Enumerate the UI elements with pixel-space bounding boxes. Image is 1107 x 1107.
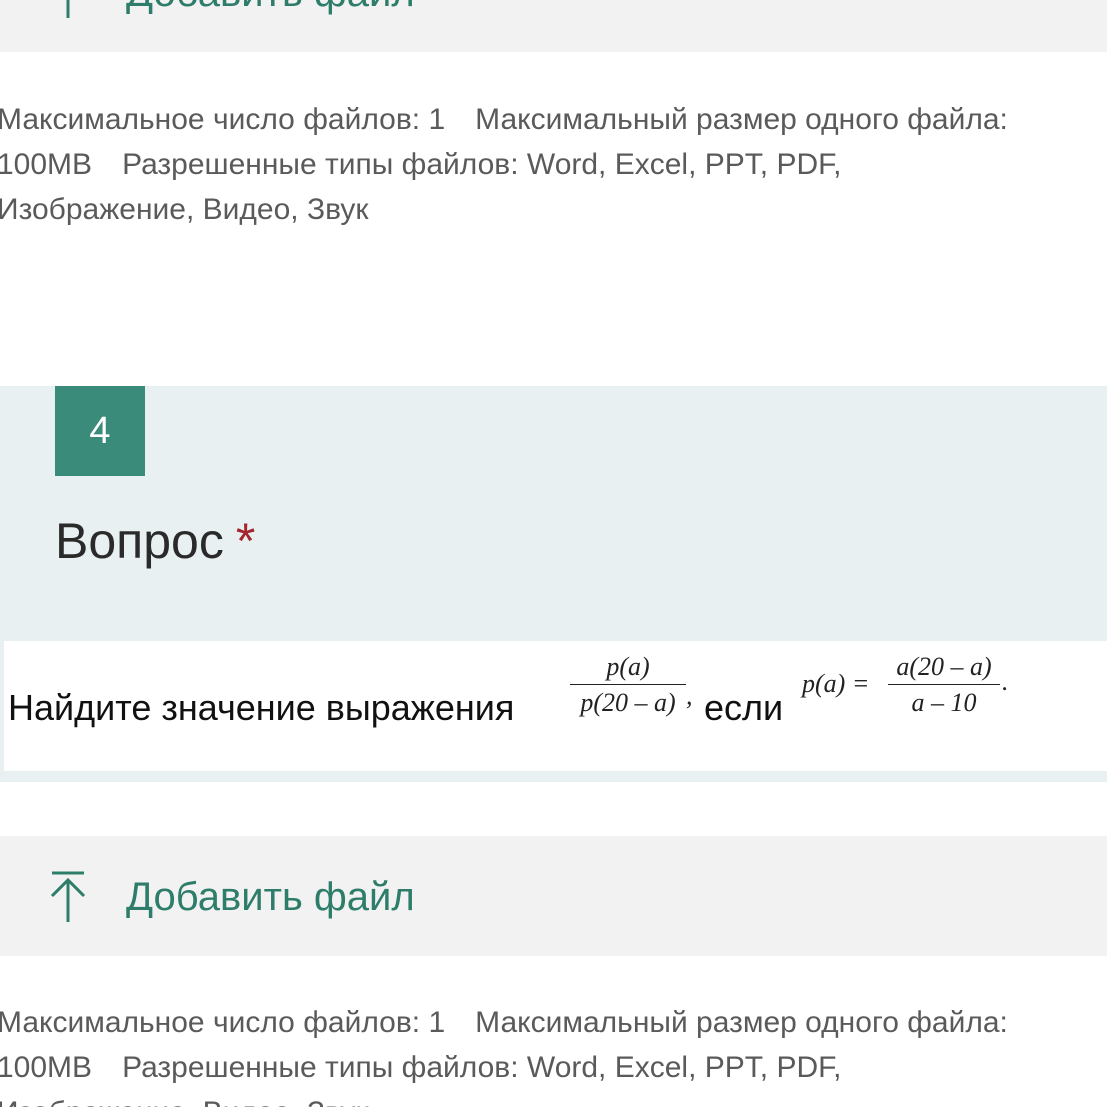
add-file-label: Добавить файл [126, 875, 415, 919]
expression-fraction: p(a) p(20 – a) [570, 651, 686, 719]
question-title-text: Вопрос [55, 513, 224, 569]
upload-arrow-icon [66, 0, 70, 18]
max-size-text: Максимальный размер одного файла: [475, 1006, 1008, 1039]
function-numerator: a(20 – a) [896, 652, 992, 681]
expression-numerator: p(a) [606, 652, 650, 681]
question-number-badge: 4 [55, 386, 145, 476]
allowed-types-continued: Изображение, Видео, Звук [0, 193, 369, 226]
question-task-image: Найдите значение выражения p(a) p(20 – a… [4, 641, 1107, 771]
expression-comma: , [686, 681, 693, 710]
function-lhs: p(a) = [802, 669, 870, 698]
max-files-text: Максимальное число файлов: 1 [0, 103, 446, 136]
file-limits-previous: Максимальное число файлов: 1 Максимальный… [0, 97, 1107, 232]
function-period: . [1002, 667, 1009, 696]
upload-arrow-icon [50, 871, 86, 922]
expression-denominator: p(20 – a) [580, 688, 676, 717]
max-files-text: Максимальное число файлов: 1 [0, 1006, 446, 1039]
allowed-types-text: Разрешенные типы файлов: Word, Excel, PP… [122, 148, 842, 181]
task-if-text: если [704, 687, 784, 728]
add-file-label: Добавить файл [126, 0, 415, 20]
allowed-types-continued: Изображение, Видео, Звук [0, 1096, 368, 1107]
function-denominator: a – 10 [911, 688, 977, 717]
fraction-bar [570, 684, 686, 685]
question-card: 4 Вопрос * Найдите значение выражения p(a… [0, 386, 1107, 782]
file-limits: Максимальное число файлов: 1 Максимальный… [0, 1000, 1107, 1107]
upload-bar: Добавить файл [0, 836, 1107, 956]
page: Добавить файл Максимальное число файлов:… [0, 0, 1107, 1107]
question-title: Вопрос * [55, 508, 255, 574]
max-size-text: Максимальный размер одного файла: [475, 103, 1008, 136]
task-prompt-text: Найдите значение выражения [8, 687, 515, 728]
max-size-value: 100MB [0, 1051, 93, 1084]
add-file-button[interactable]: Добавить файл [48, 0, 415, 20]
allowed-types-text: Разрешенные типы файлов: Word, Excel, PP… [122, 1051, 842, 1084]
required-mark: * [235, 513, 256, 569]
function-fraction: a(20 – a) a – 10 [888, 651, 1000, 719]
add-file-button[interactable]: Добавить файл [48, 870, 415, 924]
fraction-bar [888, 684, 1000, 685]
upload-bar-previous: Добавить файл [0, 0, 1107, 52]
max-size-value: 100MB [0, 148, 93, 181]
